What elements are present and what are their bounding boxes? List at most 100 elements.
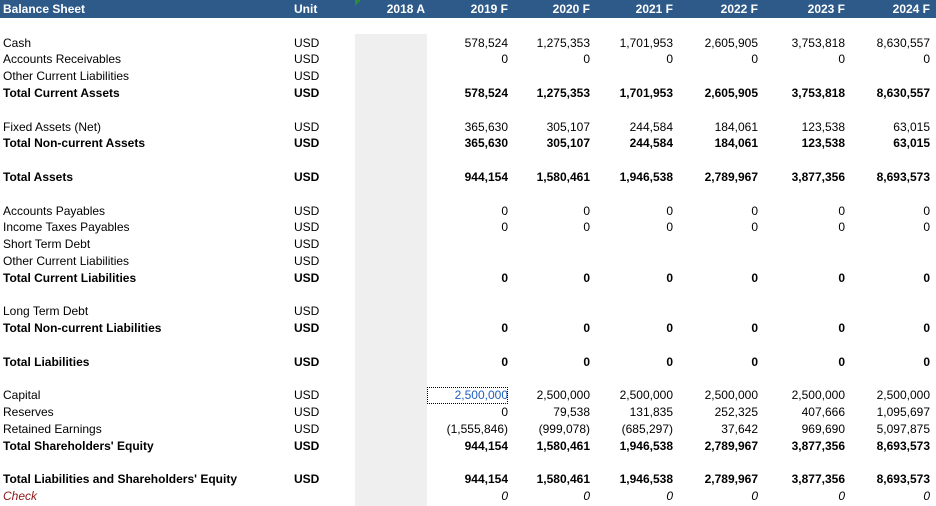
value-cell[interactable]: 0 (583, 203, 590, 220)
value-cell[interactable]: 578,524 (465, 85, 508, 102)
header-year-2021[interactable]: 2021 F (636, 0, 673, 18)
row-unit[interactable]: USD (294, 270, 319, 287)
value-cell[interactable]: 3,753,818 (792, 85, 845, 102)
row-unit[interactable]: USD (294, 85, 319, 102)
value-cell[interactable]: 0 (751, 270, 758, 287)
value-cell[interactable]: 407,666 (802, 404, 845, 421)
row-label[interactable]: Reserves (3, 404, 54, 421)
value-cell[interactable]: 0 (923, 354, 930, 371)
value-cell[interactable]: 0 (751, 51, 758, 68)
row-label[interactable]: Total Shareholders' Equity (3, 438, 154, 455)
value-cell[interactable]: 0 (501, 488, 508, 505)
value-cell[interactable]: 0 (751, 219, 758, 236)
value-cell[interactable]: 0 (666, 270, 673, 287)
value-cell[interactable]: 1,275,353 (537, 85, 590, 102)
value-cell[interactable]: 1,946,538 (620, 471, 673, 488)
value-cell[interactable]: 0 (501, 320, 508, 337)
row-label[interactable]: Total Liabilities (3, 354, 89, 371)
value-cell[interactable]: 578,524 (465, 35, 508, 52)
header-year-2022[interactable]: 2022 F (721, 0, 758, 18)
value-cell[interactable]: 1,701,953 (620, 35, 673, 52)
value-cell[interactable]: 63,015 (893, 135, 930, 152)
value-cell[interactable]: 2,500,000 (792, 387, 845, 404)
row-unit[interactable]: USD (294, 253, 319, 270)
value-cell[interactable]: 37,642 (721, 421, 758, 438)
value-cell[interactable]: 3,877,356 (792, 471, 845, 488)
value-cell[interactable]: 0 (666, 203, 673, 220)
value-cell[interactable]: 2,789,967 (705, 438, 758, 455)
row-unit[interactable]: USD (294, 169, 319, 186)
value-cell[interactable]: 0 (666, 354, 673, 371)
row-label[interactable]: Check (3, 488, 37, 505)
row-label[interactable]: Total Current Assets (3, 85, 120, 102)
row-unit[interactable]: USD (294, 219, 319, 236)
value-cell[interactable]: 2,789,967 (705, 471, 758, 488)
value-cell[interactable]: 0 (923, 488, 930, 505)
value-cell[interactable]: 365,630 (465, 135, 508, 152)
value-cell[interactable]: (999,078) (539, 421, 590, 438)
row-unit[interactable]: USD (294, 236, 319, 253)
value-cell[interactable]: 2,500,000 (705, 387, 758, 404)
row-label[interactable]: Total Current Liabilities (3, 270, 136, 287)
value-cell[interactable]: 0 (501, 270, 508, 287)
value-cell[interactable]: 0 (583, 270, 590, 287)
value-cell[interactable]: 0 (583, 51, 590, 68)
row-label[interactable]: Retained Earnings (3, 421, 102, 438)
row-label[interactable]: Total Non-current Liabilities (3, 320, 161, 337)
value-cell[interactable]: 131,835 (630, 404, 673, 421)
row-label[interactable]: Short Term Debt (3, 236, 90, 253)
value-cell[interactable]: 0 (923, 270, 930, 287)
value-cell[interactable]: 944,154 (465, 438, 508, 455)
value-cell[interactable]: (1,555,846) (447, 421, 508, 438)
value-cell[interactable]: 305,107 (547, 119, 590, 136)
value-cell[interactable]: 5,097,875 (877, 421, 930, 438)
value-cell[interactable]: 0 (501, 354, 508, 371)
row-unit[interactable]: USD (294, 354, 319, 371)
header-year-2020[interactable]: 2020 F (553, 0, 590, 18)
value-cell[interactable]: 0 (923, 203, 930, 220)
row-unit[interactable]: USD (294, 51, 319, 68)
value-cell[interactable]: 0 (583, 488, 590, 505)
value-cell[interactable]: 0 (666, 320, 673, 337)
value-cell[interactable]: 2,500,000 (877, 387, 930, 404)
row-unit[interactable]: USD (294, 387, 319, 404)
header-title[interactable]: Balance Sheet (3, 0, 85, 18)
value-cell[interactable]: 0 (923, 320, 930, 337)
row-unit[interactable]: USD (294, 303, 319, 320)
row-label[interactable]: Accounts Payables (3, 203, 105, 220)
value-cell[interactable]: 1,946,538 (620, 438, 673, 455)
value-cell[interactable]: 0 (583, 320, 590, 337)
row-unit[interactable]: USD (294, 119, 319, 136)
header-unit[interactable]: Unit (294, 0, 317, 18)
row-unit[interactable]: USD (294, 203, 319, 220)
value-cell[interactable]: 0 (923, 51, 930, 68)
row-label[interactable]: Accounts Receivables (3, 51, 121, 68)
value-cell[interactable]: 244,584 (630, 135, 673, 152)
value-cell[interactable]: 2,605,905 (705, 85, 758, 102)
row-label[interactable]: Capital (3, 387, 40, 404)
row-unit[interactable]: USD (294, 471, 319, 488)
value-cell[interactable]: 2,789,967 (705, 169, 758, 186)
value-cell[interactable]: 79,538 (553, 404, 590, 421)
value-cell[interactable]: 0 (751, 354, 758, 371)
row-label[interactable]: Fixed Assets (Net) (3, 119, 101, 136)
row-unit[interactable]: USD (294, 421, 319, 438)
row-label[interactable]: Total Non-current Assets (3, 135, 145, 152)
value-cell[interactable]: 944,154 (465, 471, 508, 488)
value-cell[interactable]: 184,061 (715, 119, 758, 136)
value-cell[interactable]: 3,877,356 (792, 169, 845, 186)
value-cell[interactable]: 0 (666, 51, 673, 68)
value-cell[interactable]: 0 (751, 488, 758, 505)
row-unit[interactable]: USD (294, 68, 319, 85)
value-cell[interactable]: 1,275,353 (537, 35, 590, 52)
value-cell[interactable]: 244,584 (630, 119, 673, 136)
row-label[interactable]: Cash (3, 35, 31, 52)
value-cell[interactable]: 0 (751, 320, 758, 337)
value-cell[interactable]: 0 (501, 203, 508, 220)
value-cell[interactable]: 1,946,538 (620, 169, 673, 186)
row-label[interactable]: Other Current Liabilities (3, 253, 129, 270)
value-cell[interactable]: 8,693,573 (877, 438, 930, 455)
row-label[interactable]: Total Assets (3, 169, 73, 186)
value-cell[interactable]: 1,580,461 (537, 169, 590, 186)
row-unit[interactable]: USD (294, 320, 319, 337)
